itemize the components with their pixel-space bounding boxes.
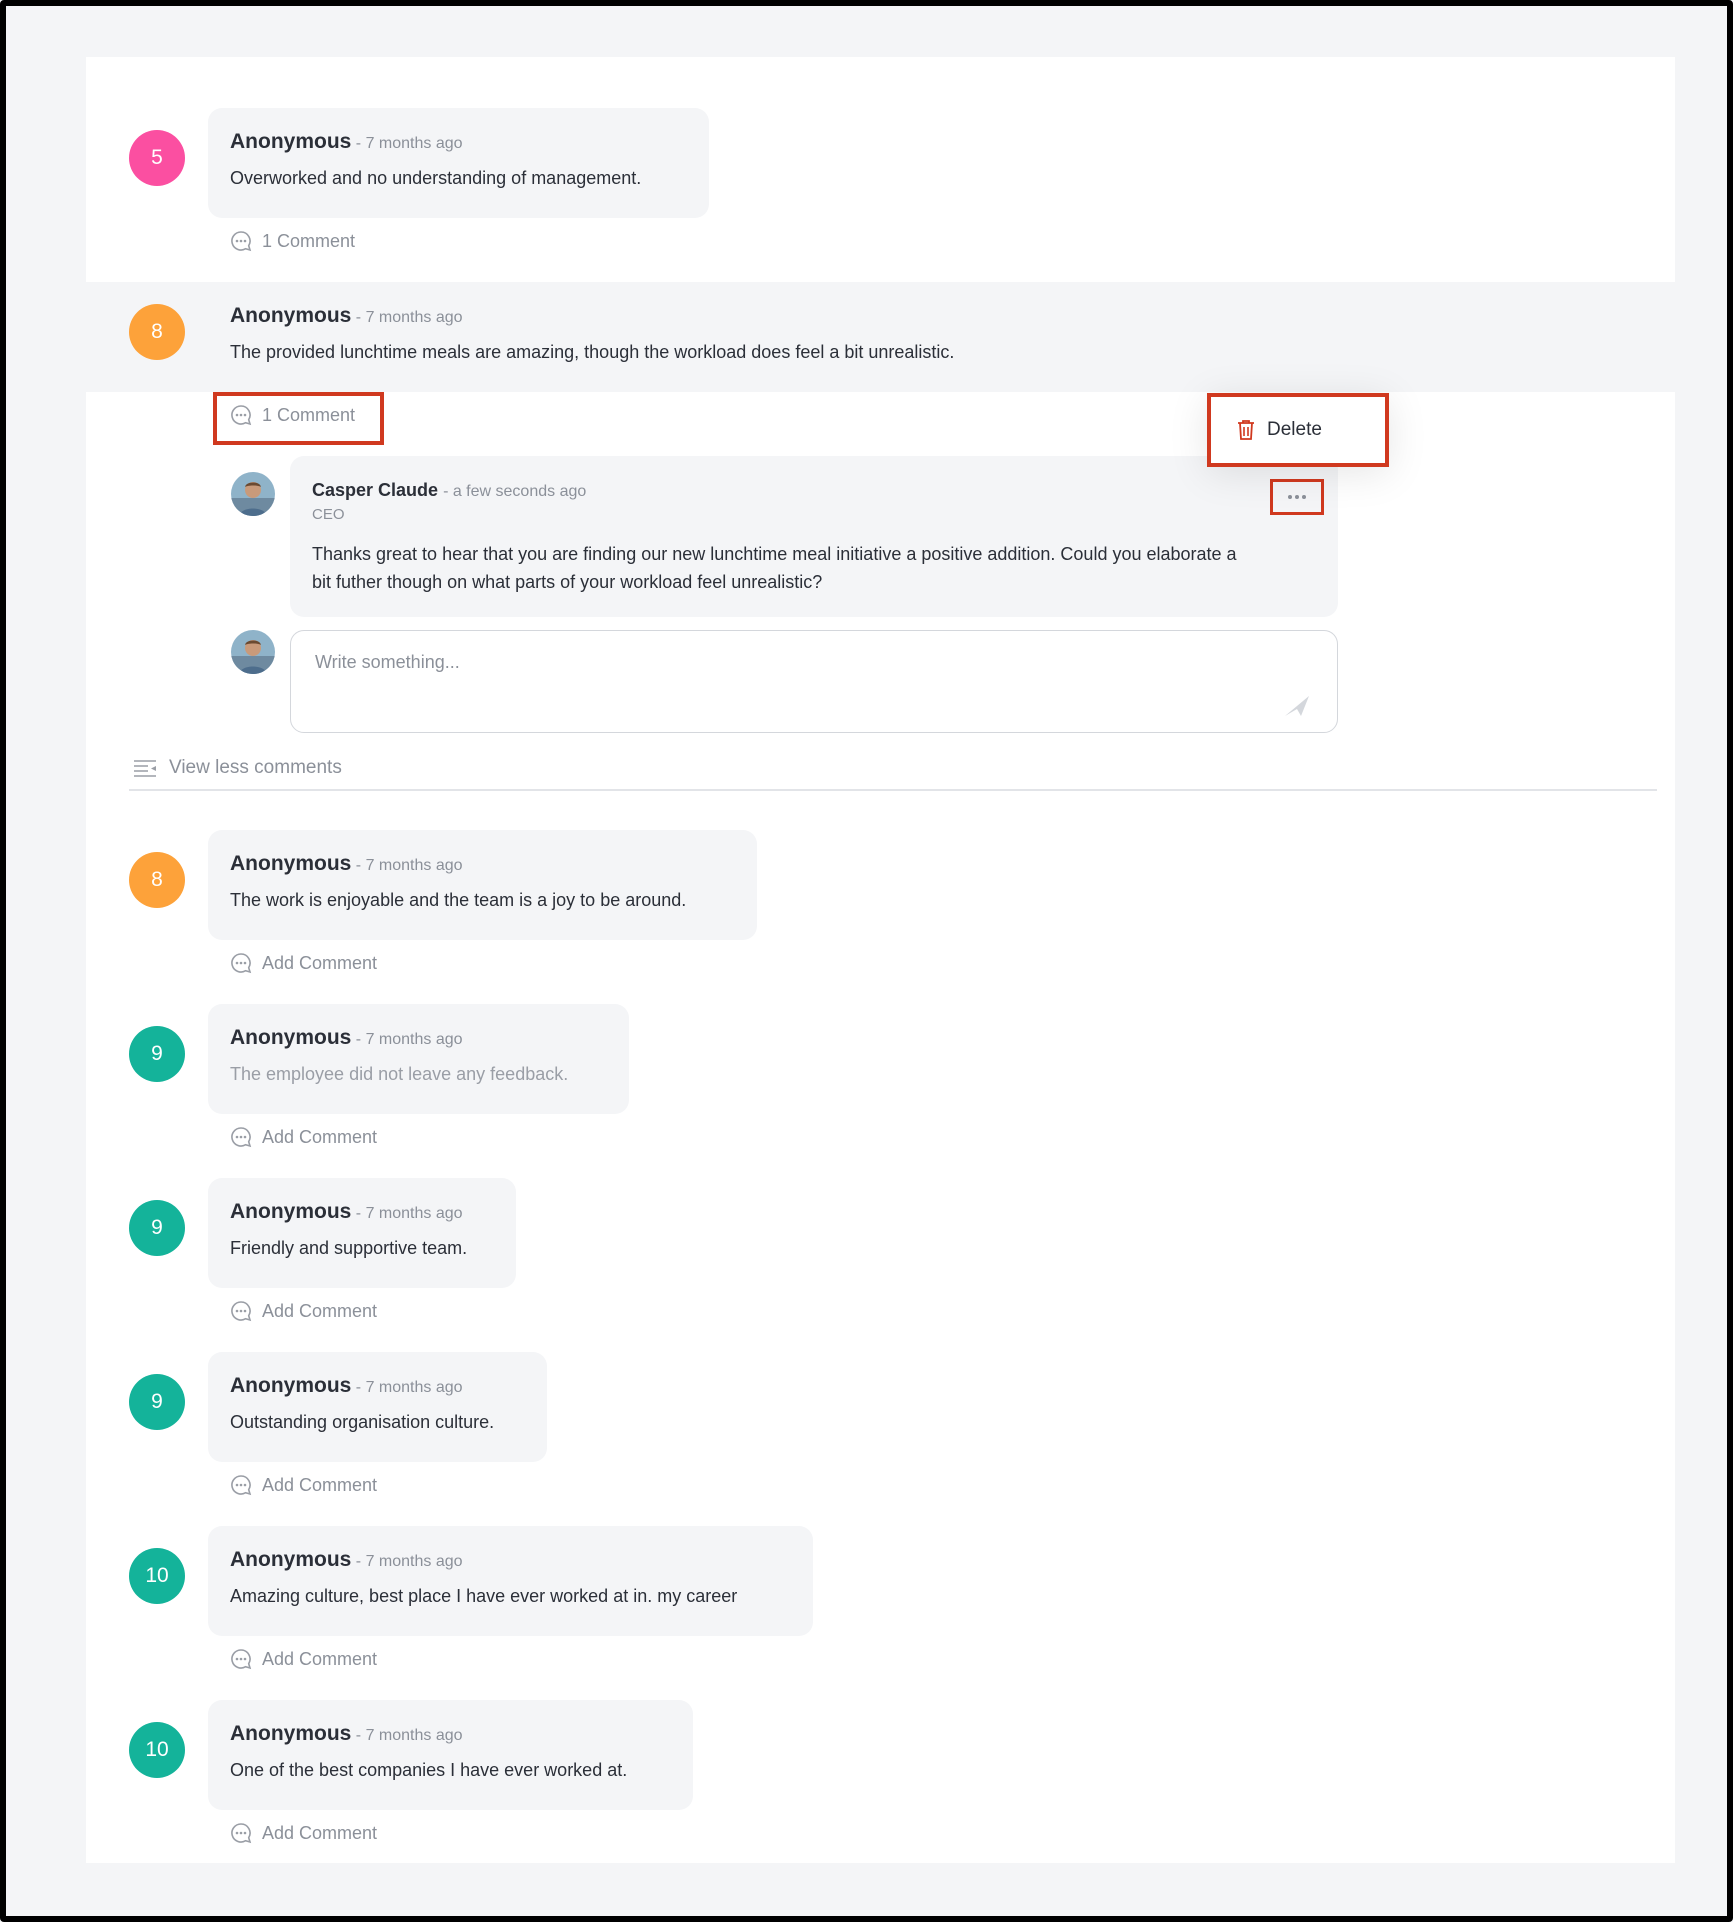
response-bubble: Anonymous - 7 months ago The provided lu…: [208, 282, 1108, 392]
score-badge: 10: [129, 1548, 185, 1604]
avatar: [231, 630, 275, 674]
comment-icon: [231, 231, 252, 252]
response-time: - 7 months ago: [355, 1727, 463, 1744]
response-author: Anonymous: [230, 1722, 352, 1745]
divider: [129, 789, 1657, 791]
context-menu: Delete: [1207, 393, 1389, 467]
response-author: Anonymous: [230, 304, 352, 327]
add-comment-button[interactable]: Add Comment: [230, 1300, 377, 1322]
response-time: - 7 months ago: [355, 135, 463, 152]
response-text: The work is enjoyable and the team is a …: [230, 890, 687, 910]
view-less-icon: [134, 760, 156, 777]
score-badge: 10: [129, 1722, 185, 1778]
response-text: Friendly and supportive team.: [230, 1238, 468, 1258]
score-badge: 9: [129, 1026, 185, 1082]
response-time: - 7 months ago: [355, 309, 463, 326]
comment-composer: [290, 630, 1338, 733]
response-author: Anonymous: [230, 1200, 352, 1223]
response-bubble: Anonymous - 7 months ago Overworked and …: [208, 108, 709, 218]
comment-icon: [231, 1127, 252, 1148]
comment-input[interactable]: [313, 651, 1217, 674]
response-time: - 7 months ago: [355, 1379, 463, 1396]
add-comment-label: Add Comment: [262, 1648, 378, 1669]
response-text: Overworked and no understanding of manag…: [230, 168, 642, 188]
send-icon[interactable]: [1283, 694, 1311, 718]
comment-icon: [231, 1301, 252, 1322]
comment-icon: [231, 1823, 252, 1844]
add-comment-button[interactable]: Add Comment: [230, 1126, 377, 1148]
response-bubble: Anonymous - 7 months ago Amazing culture…: [208, 1526, 813, 1636]
response-bubble: Anonymous - 7 months ago The employee di…: [208, 1004, 629, 1114]
response-time: - 7 months ago: [355, 857, 463, 874]
add-comment-button[interactable]: Add Comment: [230, 952, 377, 974]
response-bubble: Anonymous - 7 months ago One of the best…: [208, 1700, 693, 1810]
more-options-button[interactable]: [1270, 479, 1324, 515]
comment-icon: [231, 1475, 252, 1496]
add-comment-label: Add Comment: [262, 1474, 378, 1495]
response-text: The provided lunchtime meals are amazing…: [230, 342, 955, 362]
reply-time: - a few seconds ago: [443, 483, 587, 500]
add-comment-label: Add Comment: [262, 1300, 378, 1321]
response-author: Anonymous: [230, 1374, 352, 1397]
response-author: Anonymous: [230, 1026, 352, 1049]
response-bubble: Anonymous - 7 months ago Friendly and su…: [208, 1178, 516, 1288]
add-comment-button[interactable]: Add Comment: [230, 1648, 377, 1670]
response-time: - 7 months ago: [355, 1031, 463, 1048]
score-badge: 5: [129, 130, 185, 186]
reply-text: Thanks great to hear that you are findin…: [312, 544, 1237, 592]
response-text: The employee did not leave any feedback.: [230, 1064, 569, 1084]
add-comment-button[interactable]: Add Comment: [230, 1474, 377, 1496]
reply-role: CEO: [312, 506, 345, 523]
add-comment-label: Add Comment: [262, 1126, 378, 1147]
score-badge: 9: [129, 1200, 185, 1256]
response-text: Amazing culture, best place I have ever …: [230, 1586, 738, 1606]
score-badge: 9: [129, 1374, 185, 1430]
trash-icon: [1238, 420, 1254, 440]
more-icon: [1288, 495, 1306, 499]
response-author: Anonymous: [230, 852, 352, 875]
comment-icon: [231, 953, 252, 974]
avatar: [231, 472, 275, 516]
reply-author: Casper Claude - a few seconds ago: [312, 480, 587, 500]
response-text: One of the best companies I have ever wo…: [230, 1760, 628, 1780]
comments-link[interactable]: 1 Comment: [230, 230, 355, 252]
response-bubble: Anonymous - 7 months ago Outstanding org…: [208, 1352, 547, 1462]
comments-link-label: 1 Comment: [262, 230, 356, 251]
response-author: Anonymous: [230, 1548, 352, 1571]
response-author: Anonymous: [230, 130, 352, 153]
comments-link-highlight: [213, 392, 384, 445]
comment-icon: [231, 1649, 252, 1670]
delete-menu-item[interactable]: Delete: [1267, 419, 1322, 441]
add-comment-label: Add Comment: [262, 1822, 378, 1843]
add-comment-button[interactable]: Add Comment: [230, 1822, 377, 1844]
response-text: Outstanding organisation culture.: [230, 1412, 495, 1432]
score-badge: 8: [129, 852, 185, 908]
view-less-label: View less comments: [169, 757, 342, 778]
view-less-comments-button[interactable]: View less comments: [133, 757, 342, 779]
response-time: - 7 months ago: [355, 1205, 463, 1222]
response-bubble: Anonymous - 7 months ago The work is enj…: [208, 830, 757, 940]
score-badge: 8: [129, 304, 185, 360]
add-comment-label: Add Comment: [262, 952, 378, 973]
response-time: - 7 months ago: [355, 1553, 463, 1570]
reply-bubble: Casper Claude - a few seconds ago CEO Th…: [290, 456, 1338, 617]
